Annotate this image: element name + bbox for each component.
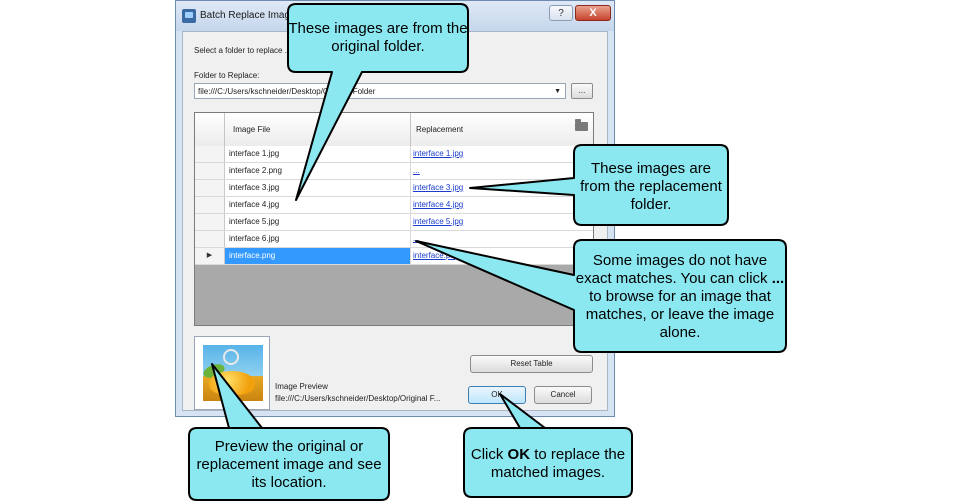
cell-divider (410, 231, 411, 247)
current-row-arrow-icon[interactable]: ▶ (195, 248, 225, 264)
ok-button[interactable]: OK (468, 386, 526, 404)
image-file-cell: interface 4.jpg (229, 200, 280, 209)
browse-replacement-link[interactable]: ... (413, 166, 420, 175)
image-preview-path: file:///C:/Users/kschneider/Desktop/Orig… (275, 394, 441, 403)
column-header-image-file[interactable]: Image File (233, 125, 270, 134)
browse-replacement-link[interactable]: ... (413, 234, 420, 243)
help-button[interactable]: ? (549, 5, 573, 21)
reset-table-button[interactable]: Reset Table (470, 355, 593, 373)
callout-no-match-post: to browse for an image that matches, or … (585, 288, 775, 341)
app-icon (182, 9, 196, 23)
table-row[interactable]: interface 4.jpg interface 4.jpg (195, 197, 593, 214)
replacement-link[interactable]: interface 3.jpg (413, 183, 463, 192)
cancel-button[interactable]: Cancel (534, 386, 592, 404)
column-header-replacement[interactable]: Replacement (416, 125, 463, 134)
cell-divider (410, 163, 411, 179)
cell-divider (410, 180, 411, 196)
folder-path-value: file:///C:/Users/kschneider/Desktop/Orig… (198, 87, 376, 96)
image-file-cell: interface 2.png (229, 166, 282, 175)
image-preview-label: Image Preview (275, 382, 328, 391)
magnifier-icon (223, 349, 239, 365)
table-row-selected[interactable]: ▶ interface.png interface.png (195, 248, 593, 265)
callout-replacement-text: These images are from the replacement fo… (580, 160, 722, 213)
cell-divider (410, 197, 411, 213)
callout-ok-bold: OK (507, 446, 531, 463)
cell-divider (410, 146, 411, 162)
table-row[interactable]: interface 2.png ... (195, 163, 593, 180)
callout-no-match-bold: ... (771, 270, 785, 287)
browse-folder-button[interactable]: ... (571, 83, 593, 99)
row-header[interactable] (195, 214, 225, 230)
row-header[interactable] (195, 197, 225, 213)
image-file-cell: interface 1.jpg (229, 149, 280, 158)
folder-path-combobox[interactable]: file:///C:/Users/kschneider/Desktop/Orig… (194, 83, 566, 99)
cell-divider (410, 214, 411, 230)
image-file-cell: interface 6.jpg (229, 234, 280, 243)
table-row[interactable]: interface 1.jpg interface 1.jpg (195, 146, 593, 163)
folder-to-replace-label: Folder to Replace: (194, 71, 260, 80)
image-file-cell: interface 3.jpg (229, 183, 280, 192)
close-button[interactable]: X (575, 5, 611, 21)
dialog-title: Batch Replace Images (200, 10, 301, 21)
callout-ok-pre: Click (470, 446, 504, 463)
preview-thumbnail (203, 345, 263, 401)
column-divider (410, 113, 411, 146)
batch-replace-dialog: Batch Replace Images ? X Select a folder… (175, 0, 615, 417)
replacement-link[interactable]: interface 1.jpg (413, 149, 463, 158)
thumbnail-flower (209, 371, 255, 395)
table-row[interactable]: interface 5.jpg interface 5.jpg (195, 214, 593, 231)
folder-icon[interactable] (575, 119, 588, 131)
replacement-link[interactable]: interface 4.jpg (413, 200, 463, 209)
image-file-cell: interface.png (229, 251, 276, 260)
replacement-link[interactable]: interface.png (413, 251, 459, 260)
row-header[interactable] (195, 146, 225, 162)
callout-no-match-pre: Some images do not have exact matches. Y… (575, 252, 768, 287)
replacement-link[interactable]: interface 5.jpg (413, 217, 463, 226)
row-header-corner (195, 113, 225, 146)
callout-ok-text: Click OK to replace the matched images. (464, 446, 632, 482)
image-preview-box (194, 336, 270, 410)
chevron-down-icon[interactable]: ▼ (554, 88, 561, 95)
image-grid: Image File Replacement interface 1.jpg i… (194, 112, 594, 326)
table-row[interactable]: interface 3.jpg interface 3.jpg (195, 180, 593, 197)
table-row[interactable]: interface 6.jpg ... (195, 231, 593, 248)
grid-header: Image File Replacement (195, 113, 593, 147)
callout-preview-text: Preview the original or replacement imag… (196, 438, 382, 491)
cell-divider (410, 248, 411, 264)
callout-original-text: These images are from the original folde… (288, 20, 468, 55)
dialog-content: Select a folder to replace ... links in … (182, 31, 608, 411)
row-header[interactable] (195, 163, 225, 179)
row-header[interactable] (195, 180, 225, 196)
image-file-cell: interface 5.jpg (229, 217, 280, 226)
callout-no-match-text: Some images do not have exact matches. Y… (574, 252, 786, 342)
row-header[interactable] (195, 231, 225, 247)
